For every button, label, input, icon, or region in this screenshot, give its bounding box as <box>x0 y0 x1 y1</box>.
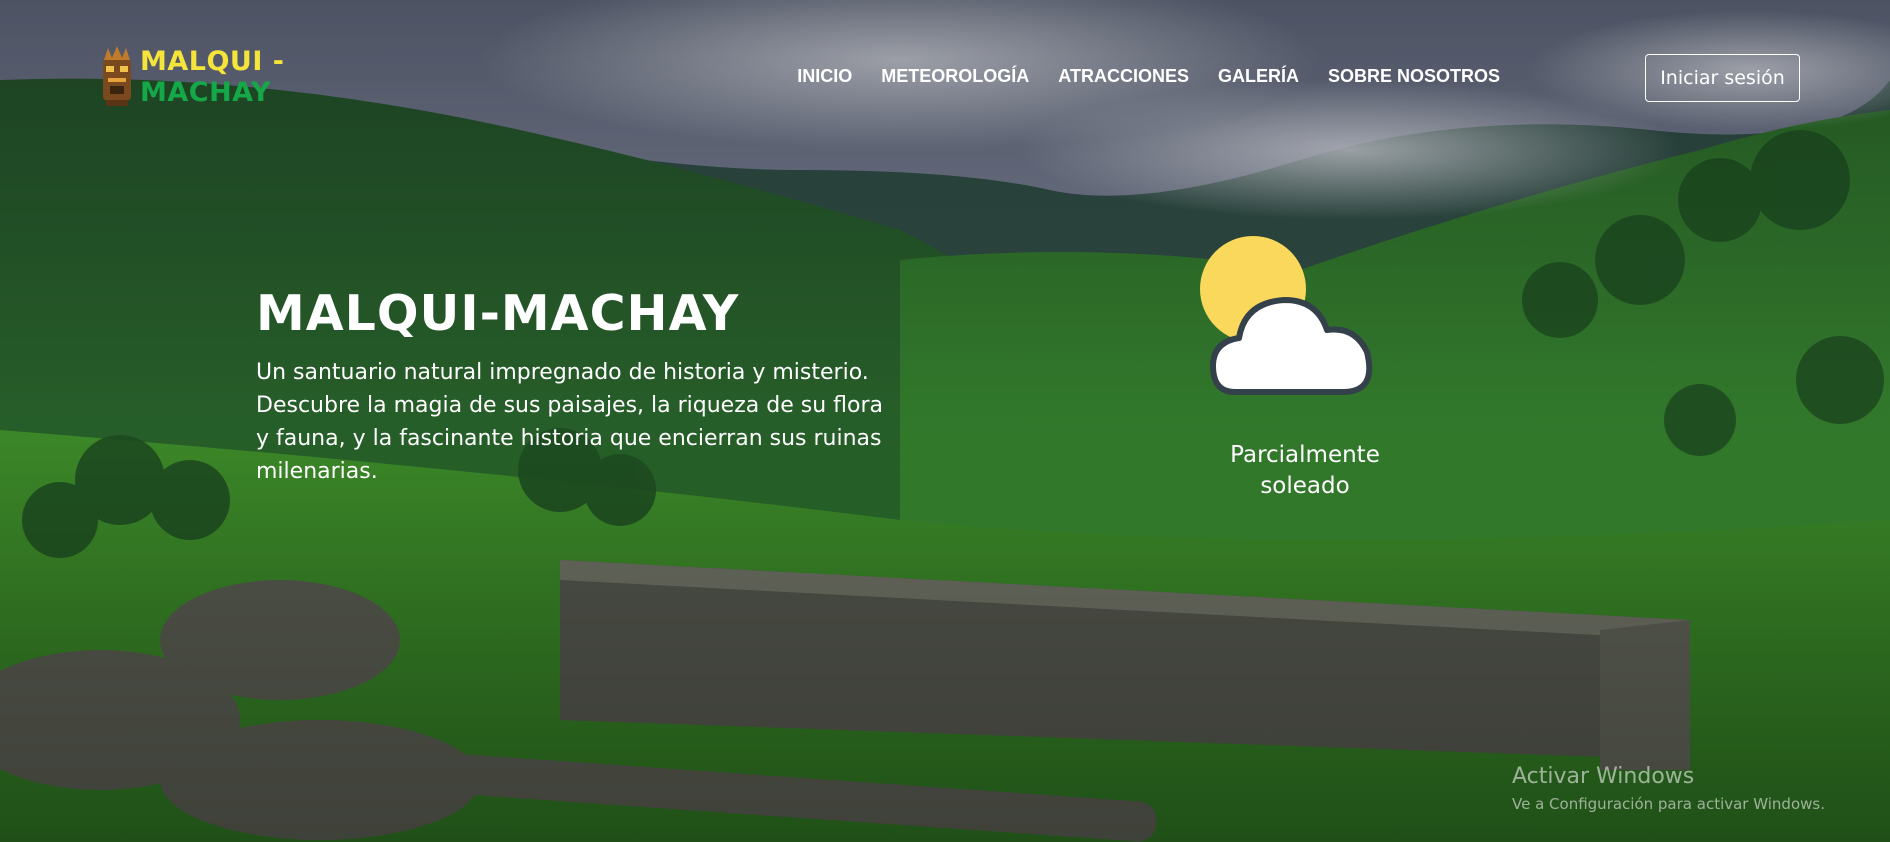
totem-mask-icon <box>103 46 131 106</box>
login-button[interactable]: Iniciar sesión <box>1645 54 1800 102</box>
main-nav: INICIO METEOROLOGÍA ATRACCIONES GALERÍA … <box>797 56 1500 96</box>
partly-sunny-icon <box>1200 236 1373 395</box>
site-logo[interactable]: MALQUI - MACHAY <box>100 46 285 108</box>
site-logo-text: MALQUI - MACHAY <box>140 46 285 108</box>
windows-activation-watermark: Activar Windows Ve a Configuración para … <box>1512 764 1825 813</box>
hero-section: MALQUI-MACHAY Un santuario natural impre… <box>256 284 896 488</box>
weather-condition: Parcialmente soleado <box>1195 440 1415 502</box>
nav-item-sobre-nosotros[interactable]: SOBRE NOSOTROS <box>1328 56 1500 96</box>
logo-text-line1: MALQUI - <box>140 46 285 77</box>
hero-title: MALQUI-MACHAY <box>256 285 740 342</box>
logo-text-line2: MACHAY <box>140 77 272 108</box>
nav-item-atracciones[interactable]: ATRACCIONES <box>1058 56 1189 96</box>
watermark-subtitle: Ve a Configuración para activar Windows. <box>1512 795 1825 813</box>
nav-item-meteorologia[interactable]: METEOROLOGÍA <box>881 56 1029 96</box>
nav-item-inicio[interactable]: INICIO <box>797 56 852 96</box>
hero-description: Un santuario natural impregnado de histo… <box>256 360 883 484</box>
nav-item-galeria[interactable]: GALERÍA <box>1218 56 1299 96</box>
weather-widget: Parcialmente soleado <box>1195 234 1415 504</box>
weather-condition-line2: soleado <box>1260 473 1350 499</box>
watermark-title: Activar Windows <box>1512 764 1695 789</box>
weather-condition-line1: Parcialmente <box>1230 442 1380 468</box>
